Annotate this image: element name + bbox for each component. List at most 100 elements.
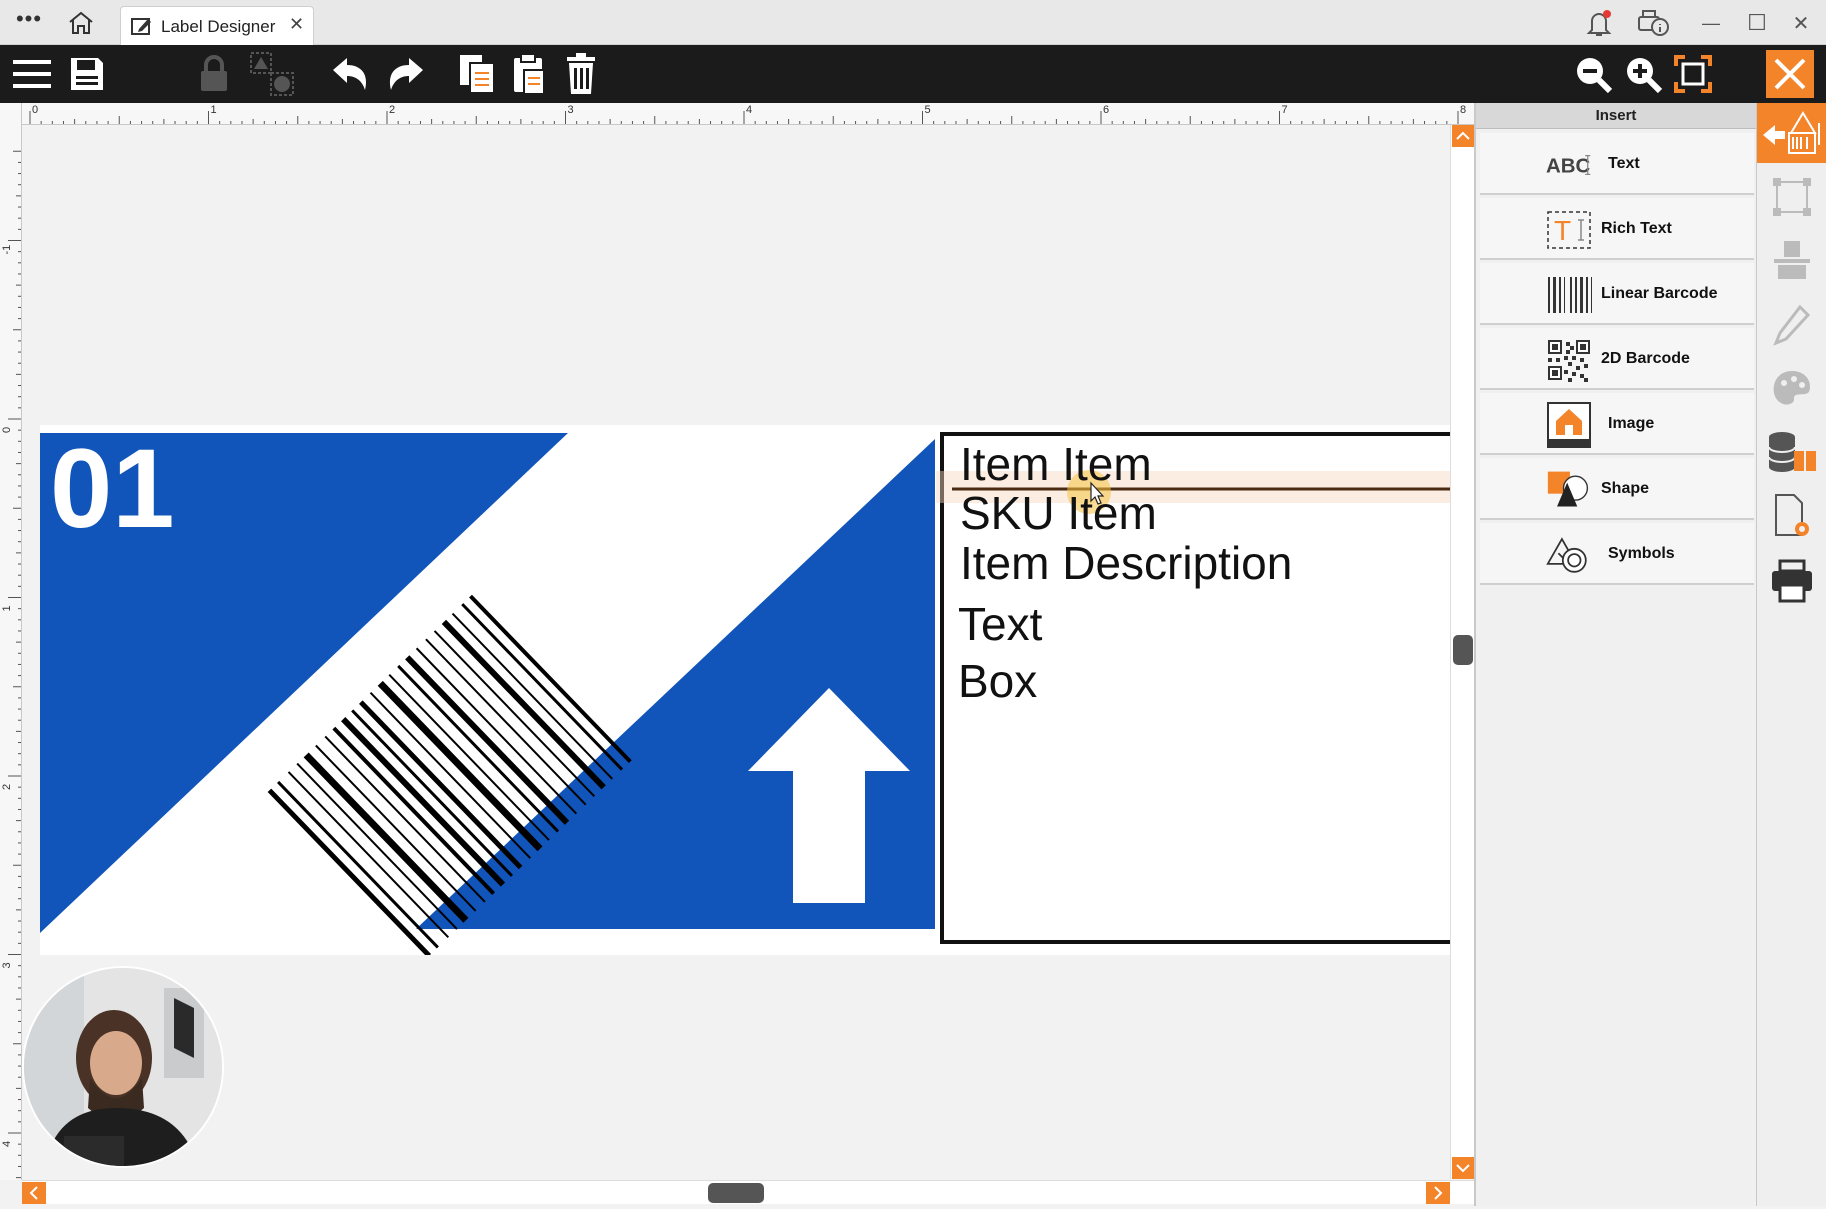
insert-linear-barcode-button[interactable]: Linear Barcode [1480,263,1754,325]
bell-icon [1586,10,1612,36]
color-tool[interactable] [1761,359,1823,419]
text-line-4[interactable]: Text [958,598,1043,650]
insert-shape-label: Shape [1601,480,1650,497]
lock-icon [201,55,227,91]
symbols-icon [1546,533,1592,577]
notifications-button[interactable] [1582,6,1616,40]
horizontal-ruler: 0 1 2 3 4 5 6 7 8 [22,103,1474,125]
text-line-5[interactable]: Box [958,655,1037,707]
home-button[interactable] [66,10,96,36]
insert-symbols-label: Symbols [1608,545,1675,562]
more-options-button[interactable]: ••• [12,8,46,36]
printer-info-button[interactable] [1636,6,1670,40]
printer-info-icon [1638,10,1669,36]
minimize-button[interactable]: — [1694,6,1728,40]
ruler-label: -1 [1,245,13,255]
side-tool-rail [1756,103,1826,1206]
delete-button[interactable] [557,50,605,98]
horizontal-scroll-thumb[interactable] [708,1183,764,1203]
paste-icon [514,53,545,95]
window-title-bar: ••• Label Designer ✕ — ☐ ✕ [0,0,1826,45]
vertical-scroll-thumb[interactable] [1453,635,1473,665]
zoom-in-button[interactable] [1619,50,1667,98]
ruler-label: 7 [1282,104,1288,116]
edit-icon [131,16,153,36]
chevron-right-icon [1434,1186,1443,1200]
lock-button[interactable] [190,50,238,98]
print-tool[interactable] [1761,551,1823,611]
insert-text-label: Text [1608,155,1640,172]
insert-icon [1763,111,1820,154]
linear-barcode-icon [1546,273,1592,317]
insert-2d-barcode-button[interactable]: 2D Barcode [1480,328,1754,390]
tab-title: Label Designer [161,17,276,36]
insert-text-button[interactable]: ABC Text [1480,133,1754,195]
horizontal-scrollbar[interactable] [22,1180,1474,1204]
text-line-3[interactable]: Item Description [960,537,1292,589]
chevron-down-icon [1456,1164,1470,1173]
align-icon [1774,241,1810,279]
svg-text:T: T [1554,215,1571,246]
close-window-button[interactable]: ✕ [1784,6,1818,40]
select-frame-tool[interactable] [1761,167,1823,227]
toolbar [0,45,1826,103]
fit-to-window-button[interactable] [1669,50,1717,98]
scroll-down-button[interactable] [1452,1157,1474,1179]
text-line-1[interactable]: Item Item [960,438,1152,490]
scroll-up-button[interactable] [1452,125,1474,147]
insert-image-label: Image [1608,415,1655,432]
close-icon [1774,58,1806,90]
tab-label-designer[interactable]: Label Designer ✕ [120,6,314,45]
ruler-label: 1 [211,104,217,116]
undo-icon [333,58,367,90]
copy-button[interactable] [453,50,501,98]
ruler-label: 8 [1460,104,1466,116]
paste-button[interactable] [505,50,553,98]
chevron-up-icon [1456,131,1470,140]
align-tool[interactable] [1761,231,1823,291]
zoom-out-icon [1577,58,1613,94]
ruler-label: 4 [1,1141,13,1147]
ruler-label: 4 [746,104,752,116]
insert-shape-button[interactable]: Shape [1480,458,1754,520]
tab-close-button[interactable]: ✕ [289,14,304,35]
save-icon [71,58,103,90]
ruler-label: 0 [32,104,38,116]
zoom-out-button[interactable] [1569,50,1617,98]
fit-icon [1674,55,1712,93]
draw-tool[interactable] [1761,295,1823,355]
undo-button[interactable] [326,50,374,98]
text-line-2[interactable]: SKU Item [960,487,1157,539]
insert-tool-active[interactable] [1757,103,1826,163]
text-abc-icon: ABC [1546,143,1592,187]
database-tool[interactable] [1761,423,1823,483]
insert-image-button[interactable]: Image [1480,393,1754,455]
insert-rich-text-button[interactable]: T Rich Text [1480,198,1754,260]
insert-rich-text-label: Rich Text [1601,220,1672,237]
copy-icon [460,55,495,94]
ruler-label: 5 [925,104,931,116]
maximize-button[interactable]: ☐ [1740,6,1774,40]
label-number: 01 [50,426,175,551]
group-button[interactable] [248,50,296,98]
insert-symbols-button[interactable]: Symbols [1480,523,1754,585]
insert-panel-header: Insert [1476,103,1756,129]
insert-2d-barcode-label: 2D Barcode [1601,350,1690,367]
design-canvas[interactable]: 01 Item Item SKU Item Item Description T… [22,125,1450,1179]
vertical-ruler: -1 0 1 2 3 4 [0,103,22,1180]
svg-text:ABC: ABC [1546,155,1591,178]
shape-icon [1546,468,1592,512]
menu-icon [13,60,51,88]
vertical-scrollbar[interactable] [1450,125,1474,1179]
label-design[interactable]: 01 Item Item SKU Item Item Description T… [40,425,1450,955]
close-designer-button[interactable] [1766,50,1814,98]
save-button[interactable] [63,50,111,98]
scroll-right-button[interactable] [1426,1182,1450,1204]
select-frame-icon [1773,178,1811,216]
menu-button[interactable] [8,50,56,98]
page-settings-tool[interactable] [1761,487,1823,547]
ruler-label: 3 [1,962,13,968]
redo-button[interactable] [382,50,430,98]
palette-icon [1773,371,1810,405]
scroll-left-button[interactable] [22,1182,46,1204]
